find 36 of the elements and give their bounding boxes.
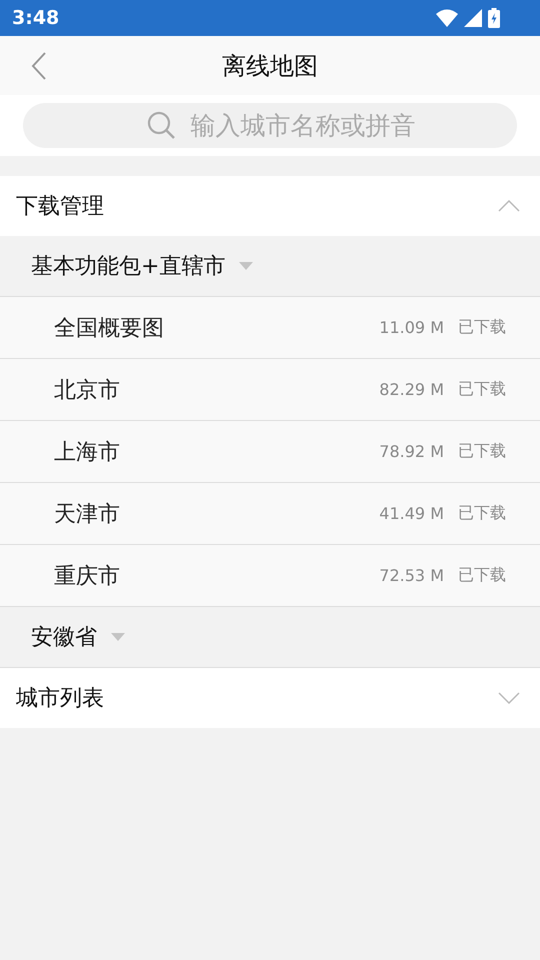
page-title: 离线地图 <box>222 50 318 82</box>
dropdown-triangle-icon <box>111 633 125 641</box>
download-status: 已下载 <box>458 317 506 338</box>
battery-icon <box>488 8 500 28</box>
section-title: 城市列表 <box>16 685 104 713</box>
search-icon <box>147 111 177 141</box>
section-header[interactable]: 下载管理 <box>0 176 540 236</box>
download-status: 已下载 <box>458 441 506 462</box>
wifi-icon <box>436 9 458 27</box>
city-row[interactable]: 全国概要图 11.09 M 已下载 <box>0 297 540 359</box>
city-row[interactable]: 重庆市 72.53 M 已下载 <box>0 545 540 607</box>
file-size: 41.49 M <box>379 504 444 523</box>
file-size: 72.53 M <box>379 566 444 585</box>
city-name: 全国概要图 <box>54 314 165 342</box>
dropdown-triangle-icon <box>239 262 254 270</box>
download-status: 已下载 <box>458 503 506 524</box>
download-status: 已下载 <box>458 565 506 586</box>
city-name: 上海市 <box>54 438 121 466</box>
file-size: 78.92 M <box>379 442 444 461</box>
clock-time: 3:48 <box>12 7 60 29</box>
city-row[interactable]: 天津市 41.49 M 已下载 <box>0 483 540 545</box>
city-name: 北京市 <box>54 376 121 404</box>
section-title: 下载管理 <box>16 193 104 221</box>
file-size: 11.09 M <box>379 318 444 337</box>
file-size: 82.29 M <box>379 380 444 399</box>
city-row[interactable]: 北京市 82.29 M 已下载 <box>0 359 540 421</box>
signal-icon <box>464 9 482 27</box>
section-header[interactable]: 城市列表 <box>0 668 540 728</box>
search-field[interactable]: 输入城市名称或拼音 <box>23 103 517 148</box>
group-title: 基本功能包+直辖市 <box>31 253 226 281</box>
city-row[interactable]: 上海市 78.92 M 已下载 <box>0 421 540 483</box>
download-status: 已下载 <box>458 379 506 400</box>
group-title: 安徽省 <box>31 624 97 652</box>
back-icon[interactable] <box>31 52 47 80</box>
city-name: 重庆市 <box>54 562 121 590</box>
city-name: 天津市 <box>54 500 121 528</box>
